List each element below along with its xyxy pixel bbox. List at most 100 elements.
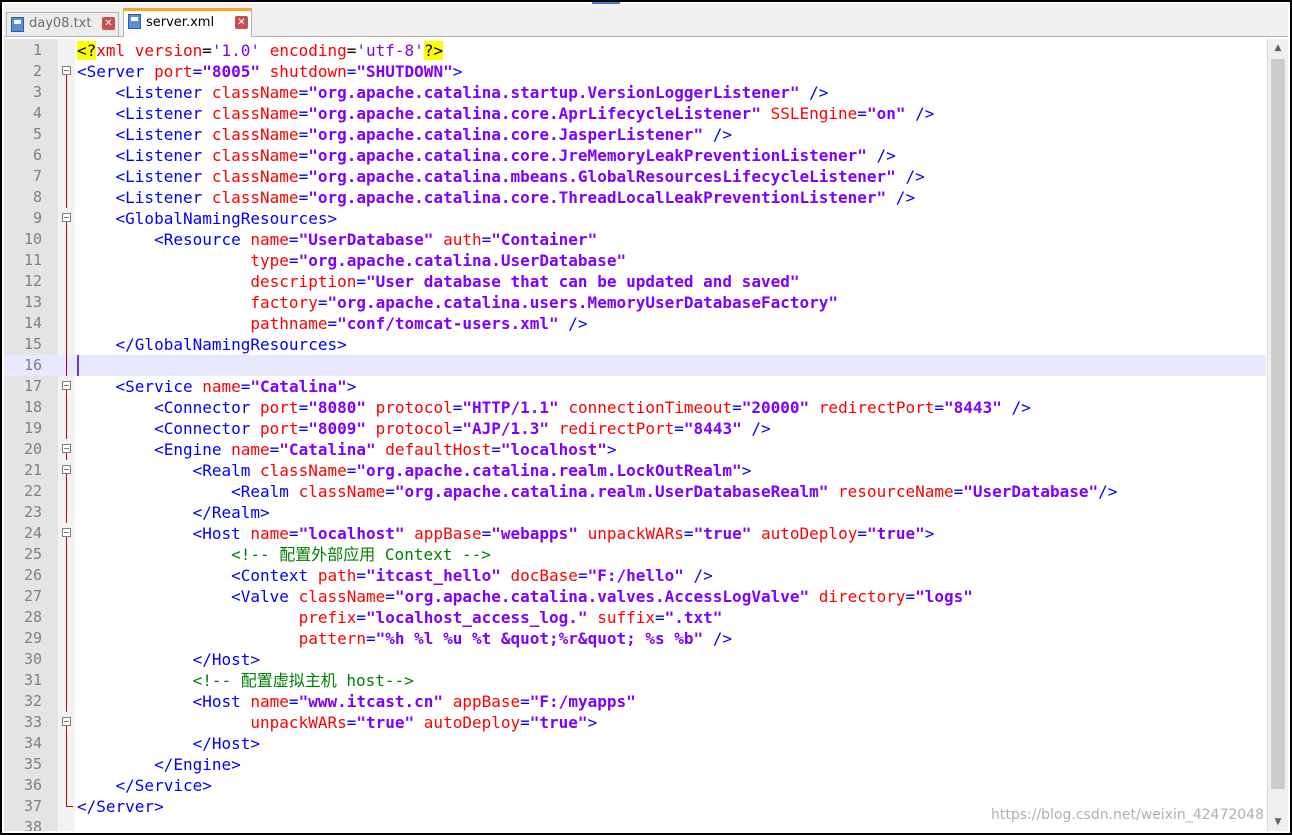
code-token: SSLEngine: [770, 104, 858, 123]
code-line[interactable]: 9 <GlobalNamingResources>: [4, 208, 1266, 229]
code-token: port: [260, 419, 299, 438]
code-token: =: [288, 251, 299, 270]
code-token: =: [385, 482, 395, 501]
fold-guide: [66, 502, 67, 523]
code-token: </Engine>: [154, 755, 241, 774]
close-icon[interactable]: ✕: [102, 17, 115, 30]
line-number: 20: [23, 440, 42, 458]
code-token: <Realm: [192, 461, 261, 480]
code-line[interactable]: 33 unpackWARs="true" autoDeploy="true">: [4, 712, 1266, 733]
code-token: =: [452, 419, 463, 438]
fold-guide: [66, 628, 67, 649]
code-token: className: [211, 104, 299, 123]
code-token: className: [260, 461, 347, 480]
code-line[interactable]: 29 pattern="%h %l %u %t &quot;%r&quot; %…: [4, 628, 1266, 649]
code-token: "User database that can be updated and s…: [366, 272, 800, 291]
code-token: path: [317, 566, 357, 585]
code-line[interactable]: 13 factory="org.apache.catalina.users.Me…: [4, 292, 1266, 313]
close-icon[interactable]: ✕: [235, 16, 248, 29]
tab-server-xml[interactable]: server.xml ✕: [123, 8, 252, 37]
code-token: className: [211, 167, 299, 186]
code-line[interactable]: 36 </Service>: [4, 775, 1266, 796]
code-token: className: [298, 482, 386, 501]
code-line[interactable]: 25 <!-- 配置外部应用 Context -->: [4, 544, 1266, 565]
fold-toggle-icon[interactable]: [62, 528, 71, 537]
code-token: "true": [529, 713, 588, 732]
code-token: description: [250, 272, 357, 291]
fold-guide: [66, 82, 67, 103]
code-line[interactable]: 1 <?xml version='1.0' encoding='utf-8'?>: [4, 40, 1266, 61]
code-line[interactable]: 18 <Connector port="8080" protocol="HTTP…: [4, 397, 1266, 418]
code-line[interactable]: 7 <Listener className="org.apache.catali…: [4, 166, 1266, 187]
code-line[interactable]: 10 <Resource name="UserDatabase" auth="C…: [4, 229, 1266, 250]
code-line[interactable]: 21 <Realm className="org.apache.catalina…: [4, 460, 1266, 481]
code-token: className: [211, 83, 299, 102]
code-line[interactable]: 16: [4, 355, 1266, 376]
code-line[interactable]: 19 <Connector port="8009" protocol="AJP/…: [4, 418, 1266, 439]
code-line[interactable]: 4 <Listener className="org.apache.catali…: [4, 103, 1266, 124]
code-token: suffix: [597, 608, 655, 627]
code-token: ?>: [423, 41, 444, 60]
fold-guide: [66, 586, 67, 607]
code-line[interactable]: 20 <Engine name="Catalina" defaultHost="…: [4, 439, 1266, 460]
fold-guide: [66, 103, 67, 124]
fold-toggle-icon[interactable]: [62, 465, 71, 474]
code-line[interactable]: 24 <Host name="localhost" appBase="webap…: [4, 523, 1266, 544]
code-line[interactable]: 12 description="User database that can b…: [4, 271, 1266, 292]
code-token: =: [481, 524, 492, 543]
code-line[interactable]: 22 <Realm className="org.apache.catalina…: [4, 481, 1266, 502]
code-line[interactable]: 27 <Valve className="org.apache.catalina…: [4, 586, 1266, 607]
code-line[interactable]: 3 <Listener className="org.apache.catali…: [4, 82, 1266, 103]
code-line[interactable]: 30 </Host>: [4, 649, 1266, 670]
code-line[interactable]: 8 <Listener className="org.apache.catali…: [4, 187, 1266, 208]
fold-toggle-icon[interactable]: [62, 717, 71, 726]
code-editor[interactable]: 1 <?xml version='1.0' encoding='utf-8'?> 2…: [4, 39, 1288, 831]
code-line[interactable]: 6 <Listener className="org.apache.catali…: [4, 145, 1266, 166]
code-token: />: [1098, 482, 1118, 501]
code-line[interactable]: 17 <Service name="Catalina">: [4, 376, 1266, 397]
line-number: 2: [32, 62, 42, 80]
code-line[interactable]: 34 </Host>: [4, 733, 1266, 754]
fold-toggle-icon[interactable]: [62, 66, 71, 75]
tab-day08[interactable]: day08.txt ✕: [6, 12, 119, 36]
code-line[interactable]: 31 <!-- 配置虚拟主机 host-->: [4, 670, 1266, 691]
fold-guide: [66, 537, 67, 544]
fold-toggle-icon[interactable]: [62, 213, 71, 222]
fold-toggle-icon[interactable]: [62, 381, 71, 390]
line-number: 28: [23, 608, 42, 626]
code-token: >: [587, 713, 598, 732]
code-line[interactable]: 2 <Server port="8005" shutdown="SHUTDOWN"…: [4, 61, 1266, 82]
vertical-scrollbar[interactable]: ▲ ▼: [1267, 39, 1288, 831]
code-line[interactable]: 28 prefix="localhost_access_log." suffix…: [4, 607, 1266, 628]
code-token: </Service>: [115, 776, 212, 795]
code-token: "localhost": [298, 524, 405, 543]
fold-toggle-icon[interactable]: [62, 444, 71, 453]
code-line[interactable]: 11 type="org.apache.catalina.UserDatabas…: [4, 250, 1266, 271]
code-line[interactable]: 14 pathname="conf/tomcat-users.xml" />: [4, 313, 1266, 334]
code-line[interactable]: 26 <Context path="itcast_hello" docBase=…: [4, 565, 1266, 586]
scroll-thumb[interactable]: [1271, 59, 1285, 789]
code-token: "UserDatabase": [963, 482, 1099, 501]
code-token: </GlobalNamingResources>: [115, 335, 347, 354]
code-line[interactable]: 5 <Listener className="org.apache.catali…: [4, 124, 1266, 145]
code-token: <!-- 配置虚拟主机 host-->: [192, 671, 414, 690]
code-line[interactable]: 32 <Host name="www.itcast.cn" appBase="F…: [4, 691, 1266, 712]
scroll-down-icon[interactable]: ▼: [1268, 813, 1288, 831]
code-token: =: [288, 524, 299, 543]
code-line[interactable]: 15 </GlobalNamingResources>: [4, 334, 1266, 355]
code-token: "org.apache.catalina.core.JasperListener…: [308, 125, 704, 144]
code-line[interactable]: 23 </Realm>: [4, 502, 1266, 523]
scroll-up-icon[interactable]: ▲: [1268, 39, 1288, 57]
fold-guide: [66, 145, 67, 166]
code-line[interactable]: 35 </Engine>: [4, 754, 1266, 775]
code-text: <Host name="www.itcast.cn" appBase="F:/m…: [77, 691, 636, 712]
